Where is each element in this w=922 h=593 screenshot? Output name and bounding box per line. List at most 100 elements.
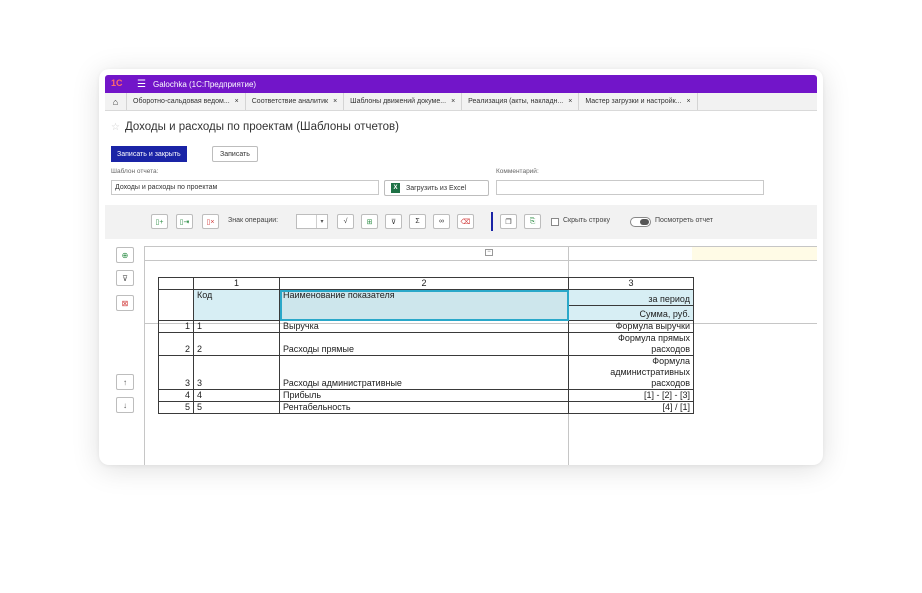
formula-cell[interactable]: Формула прямых расходов <box>568 332 694 356</box>
tab-label: Мастер загрузки и настройк... <box>585 98 682 105</box>
paste-icon[interactable]: ⎘ <box>524 214 541 229</box>
column-number: 2 <box>279 277 569 290</box>
page-title: ☆ Доходы и расходы по проектам (Шаблоны … <box>111 121 399 133</box>
load-excel-label: Загрузить из Excel <box>406 184 467 192</box>
corner-cell <box>158 277 194 290</box>
name-cell[interactable]: Расходы административные <box>279 355 569 390</box>
row-number: 3 <box>158 355 194 390</box>
formula-cell[interactable]: [4] / [1] <box>568 401 694 414</box>
chevron-down-icon: ▾ <box>316 215 327 228</box>
name-cell[interactable]: Рентабельность <box>279 401 569 414</box>
table-row: 1 1 Выручка Формула выручки <box>158 320 694 333</box>
window-title: Galochka (1С:Предприятие) <box>152 79 257 89</box>
code-cell[interactable]: 4 <box>193 389 280 402</box>
name-cell[interactable]: Выручка <box>279 320 569 333</box>
formula-line: расходов <box>651 378 690 388</box>
period-header[interactable]: за период <box>568 289 694 306</box>
code-cell[interactable]: 2 <box>193 332 280 356</box>
home-icon[interactable]: ⌂ <box>105 93 127 110</box>
copy-icon[interactable]: ❐ <box>500 214 517 229</box>
tab-label: Соответствие аналитик <box>251 98 329 105</box>
code-cell[interactable]: 5 <box>193 401 280 414</box>
save-and-close-button[interactable]: Записать и закрыть <box>111 146 187 162</box>
excel-import-icon[interactable]: ⊞ <box>361 214 378 229</box>
grid-line <box>144 260 817 261</box>
column-number: 1 <box>193 277 280 290</box>
load-excel-button[interactable]: X Загрузить из Excel <box>384 180 489 196</box>
name-cell[interactable]: Расходы прямые <box>279 332 569 356</box>
close-icon[interactable]: × <box>451 98 455 105</box>
column-sum-icon[interactable]: Σ <box>409 214 426 229</box>
menu-icon[interactable]: ☰ <box>137 79 146 90</box>
column-number: 3 <box>568 277 694 290</box>
formula-icon[interactable]: √ <box>337 214 354 229</box>
row-number: 1 <box>158 320 194 333</box>
page-title-text: Доходы и расходы по проектам (Шаблоны от… <box>124 121 399 133</box>
row-number: 2 <box>158 332 194 356</box>
comment-field[interactable] <box>496 180 764 195</box>
hide-row-checkbox[interactable] <box>551 218 559 226</box>
formula-line: расходов <box>651 344 690 354</box>
close-icon[interactable]: × <box>687 98 691 105</box>
table-row: 3 3 Расходы административные Формула адми… <box>158 355 694 390</box>
name-cell[interactable]: Прибыль <box>279 389 569 402</box>
close-icon[interactable]: × <box>333 98 337 105</box>
delete-column-icon[interactable]: ▯× <box>202 214 219 229</box>
insert-row-icon[interactable]: ⊽ <box>116 270 134 286</box>
tab-templates[interactable]: Шаблоны движений докуме... × <box>344 93 463 110</box>
grid-line <box>144 246 817 247</box>
template-label: Шаблон отчета: <box>111 168 159 175</box>
delete-row-icon[interactable]: ⊠ <box>116 295 134 311</box>
link-icon[interactable]: ∞ <box>433 214 450 229</box>
tab-wizard[interactable]: Мастер загрузки и настройк... × <box>579 93 698 110</box>
name-header[interactable]: Наименование показателя <box>279 289 569 321</box>
arrow-up-icon[interactable]: ↑ <box>116 374 134 390</box>
view-report-toggle[interactable] <box>630 217 651 227</box>
app-logo: 1С <box>111 78 123 88</box>
tab-realization[interactable]: Реализация (акты, накладн... × <box>462 93 580 110</box>
table-row: 4 4 Прибыль [1] - [2] - [3] <box>158 389 694 402</box>
excel-icon: X <box>391 183 400 193</box>
filter-icon[interactable]: ⊽ <box>385 214 402 229</box>
formula-cell[interactable]: [1] - [2] - [3] <box>568 389 694 402</box>
table-row: 2 2 Расходы прямые Формула прямых расходо… <box>158 332 694 356</box>
formula-line: Формула прямых <box>617 333 690 343</box>
add-row-icon[interactable]: ⊕ <box>116 247 134 263</box>
sum-header[interactable]: Сумма, руб. <box>568 305 694 321</box>
formula-cell[interactable]: Формула административных расходов <box>568 355 694 390</box>
row-number-cell <box>158 289 194 321</box>
tab-bar: ⌂ Оборотно-сальдовая ведом... × Соответст… <box>105 93 817 111</box>
code-cell[interactable]: 3 <box>193 355 280 390</box>
close-icon[interactable]: × <box>568 98 572 105</box>
header-strip <box>692 246 817 260</box>
formula-line: административных <box>610 367 690 377</box>
header-row: Код Наименование показателя за период <box>158 289 694 321</box>
code-cell[interactable]: 1 <box>193 320 280 333</box>
tab-label: Шаблоны движений докуме... <box>350 98 447 105</box>
grid-line <box>144 246 145 465</box>
template-field[interactable]: Доходы и расходы по проектам <box>111 180 379 195</box>
formula-cell[interactable]: Формула выручки <box>568 320 694 333</box>
table-row: 5 5 Рентабельность [4] / [1] <box>158 401 694 414</box>
tab-label: Оборотно-сальдовая ведом... <box>133 98 230 105</box>
row-number: 5 <box>158 401 194 414</box>
tab-osv[interactable]: Оборотно-сальдовая ведом... × <box>127 93 246 110</box>
toolbar-divider <box>491 212 493 231</box>
add-column-icon[interactable]: ▯+ <box>151 214 168 229</box>
close-icon[interactable]: × <box>235 98 239 105</box>
hide-row-label: Скрыть строку <box>563 217 610 224</box>
tab-label: Реализация (акты, накладн... <box>468 98 564 105</box>
operation-label: Знак операции: <box>228 217 279 224</box>
insert-column-icon[interactable]: ▯⇥ <box>176 214 193 229</box>
collapse-icon[interactable]: − <box>485 249 493 256</box>
app-window: 1С ☰ Galochka (1С:Предприятие) ⌂ Оборотн… <box>99 69 823 465</box>
comment-label: Комментарий: <box>496 168 539 175</box>
eraser-icon[interactable]: ⌫ <box>457 214 474 229</box>
code-header[interactable]: Код <box>193 289 280 321</box>
save-button[interactable]: Записать <box>212 146 258 162</box>
star-icon[interactable]: ☆ <box>111 122 120 133</box>
tab-analytics[interactable]: Соответствие аналитик × <box>246 93 345 110</box>
arrow-down-icon[interactable]: ↓ <box>116 397 134 413</box>
report-template-table[interactable]: 1 2 3 Код Наименование показателя за пер… <box>158 277 694 414</box>
operation-select[interactable]: ▾ <box>296 214 328 229</box>
